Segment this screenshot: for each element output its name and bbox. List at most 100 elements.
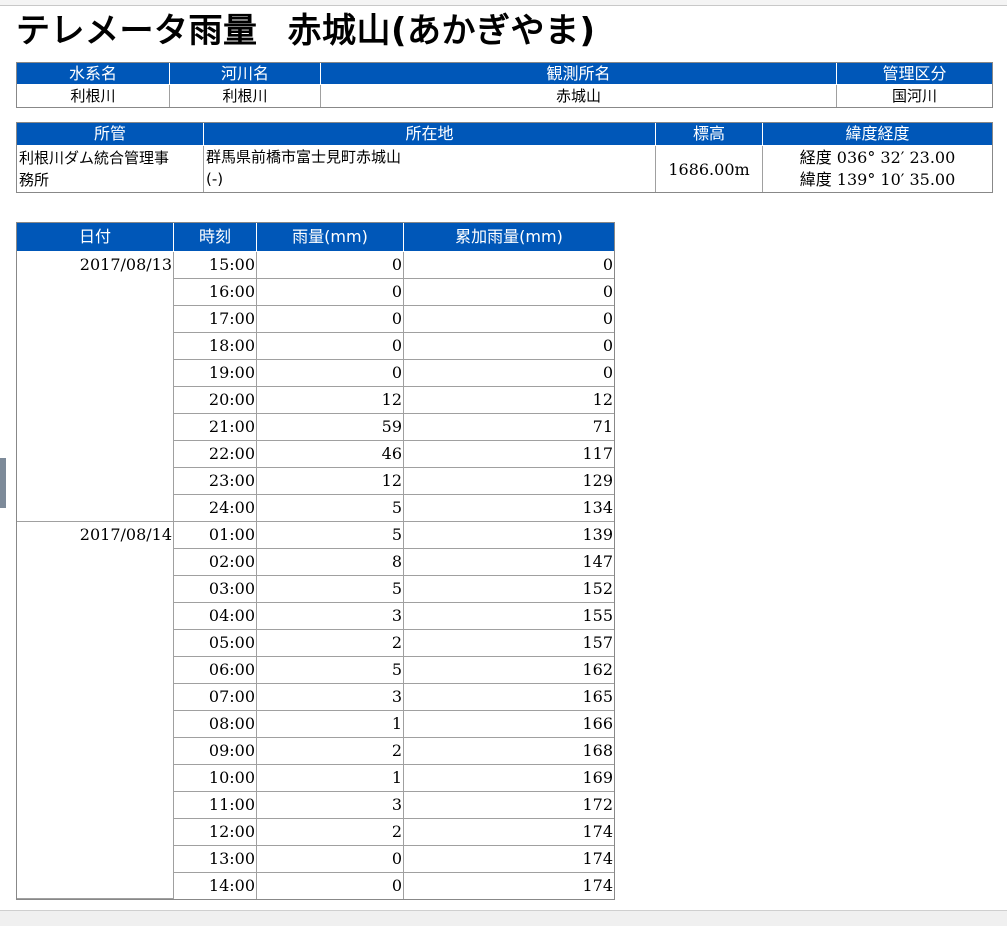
rainfall-cell: 0 xyxy=(257,873,404,899)
time-cell: 14:00 xyxy=(174,873,257,899)
header-station-name: 観測所名 xyxy=(321,63,837,85)
time-cell: 17:00 xyxy=(174,306,257,333)
time-cell: 05:00 xyxy=(174,630,257,657)
rainfall-cell: 5 xyxy=(257,576,404,603)
value-water-system: 利根川 xyxy=(17,85,170,107)
date-cell: 2017/08/14 xyxy=(17,522,174,899)
rainfall-cell: 2 xyxy=(257,738,404,765)
rainfall-cell: 46 xyxy=(257,441,404,468)
rainfall-cell: 0 xyxy=(257,306,404,333)
header-elevation: 標高 xyxy=(656,123,763,146)
time-cell: 24:00 xyxy=(174,495,257,522)
cumulative-cell: 117 xyxy=(404,441,614,468)
rainfall-cell: 0 xyxy=(257,279,404,306)
value-location: 群馬県前橋市富士見町赤城山 (-) xyxy=(204,146,656,192)
cumulative-cell: 152 xyxy=(404,576,614,603)
page-title: テレメータ雨量 赤城山(あかぎやま) xyxy=(16,6,596,56)
rainfall-cell: 5 xyxy=(257,522,404,549)
cumulative-cell: 71 xyxy=(404,414,614,441)
cumulative-cell: 0 xyxy=(404,360,614,387)
cumulative-cell: 174 xyxy=(404,846,614,873)
cumulative-cell: 129 xyxy=(404,468,614,495)
header-river-name: 河川名 xyxy=(170,63,321,85)
cumulative-cell: 147 xyxy=(404,549,614,576)
time-cell: 23:00 xyxy=(174,468,257,495)
jurisdiction-line-2: 務所 xyxy=(19,171,50,189)
header-management-class: 管理区分 xyxy=(837,63,992,85)
jurisdiction-line-1: 利根川ダム統合管理事 xyxy=(19,149,170,167)
horizontal-scrollbar[interactable] xyxy=(0,910,1007,926)
date-cell: 2017/08/13 xyxy=(17,252,174,522)
cumulative-cell: 134 xyxy=(404,495,614,522)
value-river-name: 利根川 xyxy=(170,85,321,107)
time-cell: 08:00 xyxy=(174,711,257,738)
cumulative-cell: 0 xyxy=(404,279,614,306)
station-location-table: 所管 所在地 標高 緯度経度 利根川ダム統合管理事 務所 群馬県前橋市富士見町赤… xyxy=(16,122,993,193)
cumulative-cell: 12 xyxy=(404,387,614,414)
time-cell: 15:00 xyxy=(174,252,257,279)
rainfall-table-body: 2017/08/13 15:00 0 0 16:00 0 0 17:00 0 0 18:00 0 0 19… xyxy=(17,252,614,899)
time-cell: 21:00 xyxy=(174,414,257,441)
header-location: 所在地 xyxy=(204,123,656,146)
rainfall-cell: 8 xyxy=(257,549,404,576)
cumulative-cell: 165 xyxy=(404,684,614,711)
header-jurisdiction: 所管 xyxy=(17,123,204,146)
cumulative-cell: 169 xyxy=(404,765,614,792)
header-water-system: 水系名 xyxy=(17,63,170,85)
rainfall-cell: 12 xyxy=(257,468,404,495)
table-row: 2017/08/14 01:00 5 139 xyxy=(17,522,614,899)
time-cell: 11:00 xyxy=(174,792,257,819)
cumulative-cell: 174 xyxy=(404,819,614,846)
rainfall-cell: 59 xyxy=(257,414,404,441)
page-title-main: テレメータ雨量 xyxy=(16,11,258,51)
cumulative-cell: 162 xyxy=(404,657,614,684)
rainfall-cell: 12 xyxy=(257,387,404,414)
cumulative-cell: 157 xyxy=(404,630,614,657)
cumulative-cell: 166 xyxy=(404,711,614,738)
rainfall-cell: 3 xyxy=(257,603,404,630)
value-elevation: 1686.00m xyxy=(656,146,763,192)
rainfall-cell: 0 xyxy=(257,252,404,279)
header-rainfall: 雨量(mm) xyxy=(257,223,404,252)
time-cell: 06:00 xyxy=(174,657,257,684)
header-time: 時刻 xyxy=(174,223,257,252)
rainfall-cell: 3 xyxy=(257,792,404,819)
rainfall-cell: 5 xyxy=(257,495,404,522)
location-line-1: 群馬県前橋市富士見町赤城山 xyxy=(206,148,402,166)
header-coordinates: 緯度経度 xyxy=(763,123,992,146)
time-cell: 12:00 xyxy=(174,819,257,846)
time-cell: 20:00 xyxy=(174,387,257,414)
time-cell: 16:00 xyxy=(174,279,257,306)
time-cell: 07:00 xyxy=(174,684,257,711)
location-line-2: (-) xyxy=(206,170,224,188)
cumulative-cell: 155 xyxy=(404,603,614,630)
time-cell: 02:00 xyxy=(174,549,257,576)
time-cell: 03:00 xyxy=(174,576,257,603)
rainfall-table: 日付 時刻 雨量(mm) 累加雨量(mm) 2017/08/13 15:00 0 0 1… xyxy=(16,222,615,900)
time-cell: 19:00 xyxy=(174,360,257,387)
value-station-name: 赤城山 xyxy=(321,85,837,107)
cumulative-cell: 139 xyxy=(404,522,614,549)
rainfall-cell: 1 xyxy=(257,711,404,738)
value-management-class: 国河川 xyxy=(891,87,937,105)
rainfall-cell: 0 xyxy=(257,360,404,387)
table-row: 2017/08/13 15:00 0 0 xyxy=(17,252,614,522)
side-scroll-handle[interactable] xyxy=(0,458,6,508)
cumulative-cell: 174 xyxy=(582,876,613,895)
time-cell: 22:00 xyxy=(174,441,257,468)
cumulative-cell: 172 xyxy=(404,792,614,819)
rainfall-cell: 0 xyxy=(257,333,404,360)
cumulative-cell: 0 xyxy=(404,252,614,279)
time-cell: 13:00 xyxy=(174,846,257,873)
time-cell: 09:00 xyxy=(174,738,257,765)
value-jurisdiction: 利根川ダム統合管理事 務所 xyxy=(17,146,204,192)
cumulative-cell: 0 xyxy=(404,333,614,360)
latitude-line: 緯度 139° 10′ 35.00 xyxy=(799,170,956,189)
rainfall-cell: 2 xyxy=(257,630,404,657)
rainfall-cell: 3 xyxy=(257,684,404,711)
rainfall-cell: 0 xyxy=(257,846,404,873)
rainfall-cell: 2 xyxy=(257,819,404,846)
value-coordinates: 経度 036° 32′ 23.00 緯度 139° 10′ 35.00 xyxy=(763,146,992,192)
longitude-line: 経度 036° 32′ 23.00 xyxy=(799,148,956,167)
station-info-table: 水系名 河川名 観測所名 管理区分 利根川 利根川 赤城山 国河川 xyxy=(16,62,993,108)
